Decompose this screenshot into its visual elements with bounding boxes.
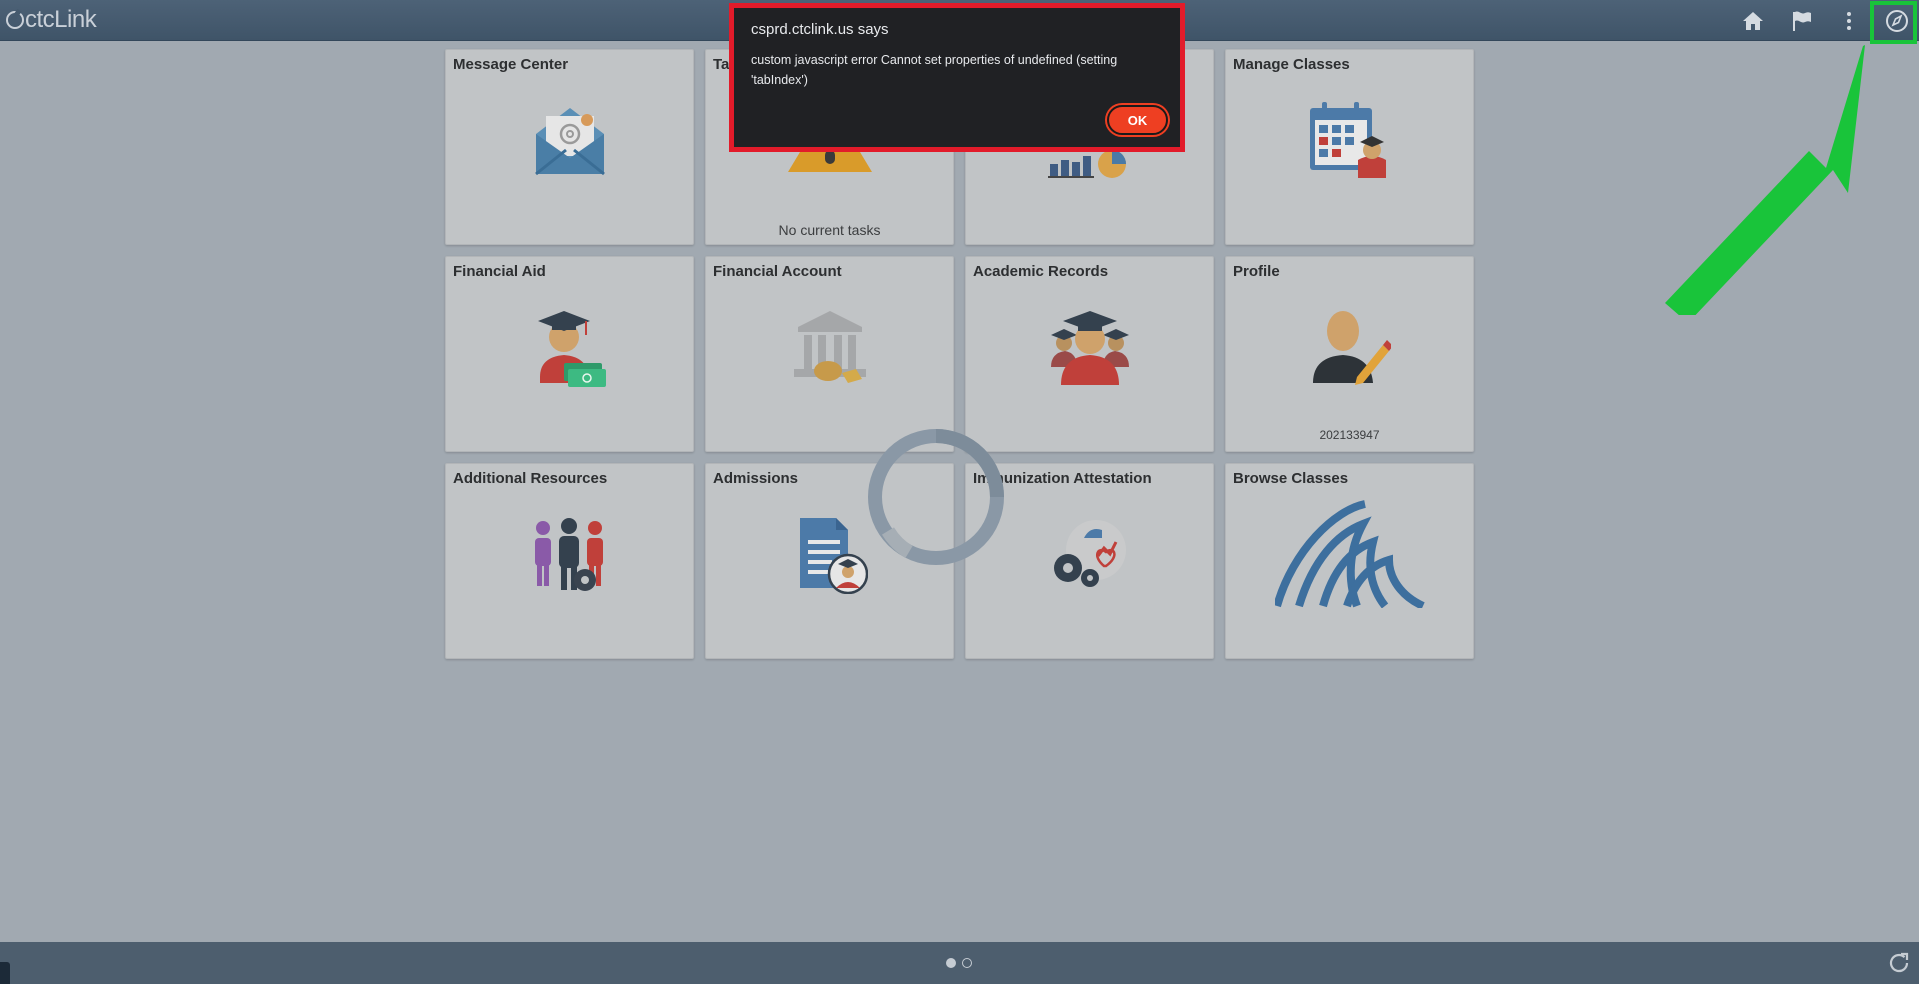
tile-financial-aid[interactable]: Financial Aid	[445, 256, 694, 452]
home-icon[interactable]	[1740, 8, 1766, 34]
tile-browse-classes[interactable]: Browse Classes	[1225, 463, 1474, 659]
tile-additional-resources[interactable]: Additional Resources	[445, 463, 694, 659]
loading-spinner	[866, 427, 1006, 567]
more-vertical-icon[interactable]	[1836, 8, 1862, 34]
annotation-arrow-icon	[1665, 45, 1865, 315]
refresh-icon[interactable]	[1887, 951, 1911, 975]
page-dot-2[interactable]	[962, 958, 972, 968]
tile-subtitle: No current tasks	[778, 222, 881, 238]
tile-title: Message Center	[453, 56, 569, 73]
tile-title: Academic Records	[973, 263, 1109, 280]
document-student-icon	[792, 514, 868, 599]
tile-message-center[interactable]: Message Center	[445, 49, 694, 245]
dialog-title: csprd.ctclink.us says	[751, 21, 889, 38]
ctclink-wave-logo-icon	[1272, 500, 1425, 613]
person-pencil-icon	[1309, 307, 1393, 392]
page-dot-1[interactable]	[946, 958, 956, 968]
footer-bar	[0, 942, 1919, 984]
tile-title: Additional Resources	[453, 470, 608, 487]
logo-text: ctcLink	[25, 6, 97, 33]
tile-title: Ta	[713, 56, 730, 73]
tile-title: Profile	[1233, 263, 1280, 280]
people-gear-icon	[529, 518, 611, 599]
tile-profile[interactable]: Profile 202133947	[1225, 256, 1474, 452]
navigator-highlight-box	[1870, 1, 1917, 44]
calendar-student-icon	[1308, 102, 1392, 183]
tile-academic-records[interactable]: Academic Records	[965, 256, 1214, 452]
tile-title: Financial Account	[713, 263, 842, 280]
gears-health-icon	[1048, 516, 1132, 597]
graduate-money-icon	[534, 307, 606, 392]
tile-manage-classes[interactable]: Manage Classes	[1225, 49, 1474, 245]
graduates-group-icon	[1049, 307, 1131, 392]
emplid-text: 202133947	[1319, 428, 1380, 442]
bank-icon	[790, 309, 870, 390]
alert-dialog: csprd.ctclink.us says custom javascript …	[729, 3, 1185, 152]
flag-icon[interactable]	[1789, 8, 1815, 34]
ok-button[interactable]: OK	[1107, 105, 1168, 135]
ctclink-logo[interactable]: ctcLink	[6, 6, 97, 33]
footer-side-tab[interactable]	[0, 962, 10, 984]
chart-icon	[1047, 150, 1132, 183]
tile-title: Manage Classes	[1233, 56, 1350, 73]
logo-ring-icon	[6, 11, 24, 29]
tile-title: Browse Classes	[1233, 470, 1349, 487]
tile-financial-account[interactable]: Financial Account	[705, 256, 954, 452]
envelope-icon	[532, 104, 608, 181]
tile-title: Financial Aid	[453, 263, 546, 280]
tile-title: Admissions	[713, 470, 799, 487]
dialog-message: custom javascript error Cannot set prope…	[751, 53, 1118, 87]
